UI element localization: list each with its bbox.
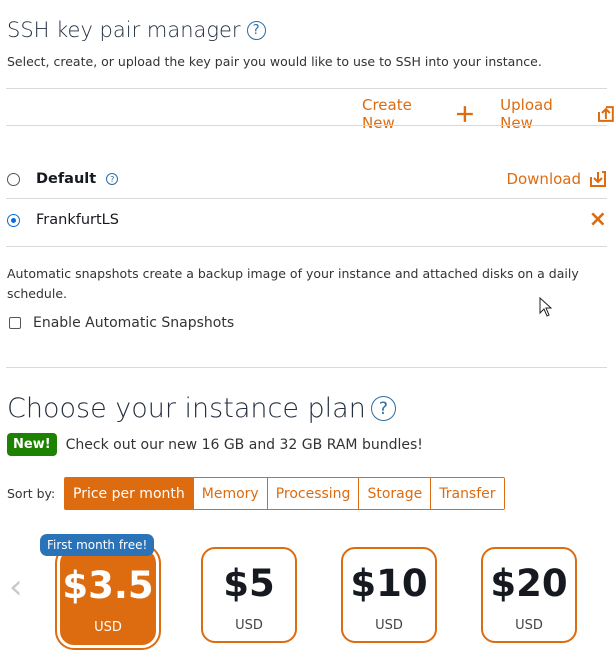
upload-icon	[598, 106, 615, 122]
sort-price-button[interactable]: Price per month	[65, 478, 194, 509]
announcement: New! Check out our new 16 GB and 32 GB R…	[7, 433, 423, 456]
divider	[6, 198, 607, 199]
plan-card[interactable]: $10 USD	[341, 547, 437, 643]
new-badge: New!	[7, 433, 57, 456]
snapshot-option[interactable]: Enable Automatic Snapshots	[9, 315, 234, 331]
first-month-free-badge: First month free!	[40, 534, 155, 556]
download-icon	[590, 171, 606, 187]
help-icon[interactable]: ?	[106, 173, 119, 185]
divider	[6, 125, 607, 126]
divider	[6, 246, 607, 247]
key-actions: Create New Upload New	[362, 96, 615, 132]
sort-storage-button[interactable]: Storage	[359, 478, 432, 509]
create-new-label: Create New	[362, 96, 412, 132]
plan-price: $3.5	[62, 564, 154, 607]
sort-label: Sort by:	[7, 486, 56, 501]
plan-currency: USD	[515, 618, 543, 633]
sort-transfer-button[interactable]: Transfer	[431, 478, 504, 509]
sort-memory-button[interactable]: Memory	[193, 478, 268, 509]
carousel-prev-arrow[interactable]: ‹	[9, 570, 23, 604]
plan-price: $5	[223, 562, 275, 605]
enable-snapshots-label: Enable Automatic Snapshots	[33, 315, 235, 331]
help-icon[interactable]: ?	[246, 20, 266, 40]
close-icon[interactable]: ×	[589, 209, 607, 231]
key-label-default: Default	[36, 171, 97, 187]
key-row-default[interactable]: Default ? Download	[7, 166, 607, 192]
radio-default[interactable]	[7, 172, 20, 186]
key-row-frankfurtls[interactable]: FrankfurtLS ×	[7, 207, 607, 233]
enable-snapshots-checkbox[interactable]	[9, 317, 21, 329]
plan-card[interactable]: $3.5 USD	[60, 549, 156, 645]
radio-frankfurtls[interactable]	[7, 213, 20, 227]
snapshot-description: Automatic snapshots create a backup imag…	[7, 266, 579, 301]
download-label: Download	[506, 170, 581, 188]
ssh-title: SSH key pair manager	[7, 18, 241, 42]
divider	[6, 88, 607, 89]
announcement-text: Check out our new 16 GB and 32 GB RAM bu…	[65, 436, 423, 453]
download-button[interactable]: Download	[506, 170, 607, 188]
plus-icon	[457, 106, 474, 122]
plan-currency: USD	[375, 618, 403, 633]
plan-card[interactable]: $5 USD	[201, 547, 297, 643]
sort-processing-button[interactable]: Processing	[267, 478, 360, 509]
ssh-description: Select, create, or upload the key pair y…	[7, 54, 542, 69]
plan-title: Choose your instance plan	[7, 393, 366, 424]
create-new-button[interactable]: Create New	[362, 96, 474, 132]
plan-currency: USD	[94, 620, 122, 635]
upload-new-button[interactable]: Upload New	[500, 96, 615, 132]
plan-price: $20	[490, 562, 568, 605]
upload-new-label: Upload New	[500, 96, 553, 132]
divider	[6, 367, 607, 368]
ssh-header: SSH key pair manager ?	[7, 18, 266, 42]
key-label-frankfurtls: FrankfurtLS	[36, 212, 119, 228]
plan-card[interactable]: $20 USD	[481, 547, 577, 643]
plan-currency: USD	[235, 618, 263, 633]
help-icon[interactable]: ?	[370, 396, 396, 421]
plan-price: $10	[350, 562, 428, 605]
cursor-icon	[539, 297, 553, 317]
sort-options: Price per month Memory Processing Storag…	[64, 477, 505, 510]
plan-header: Choose your instance plan ?	[7, 393, 396, 424]
